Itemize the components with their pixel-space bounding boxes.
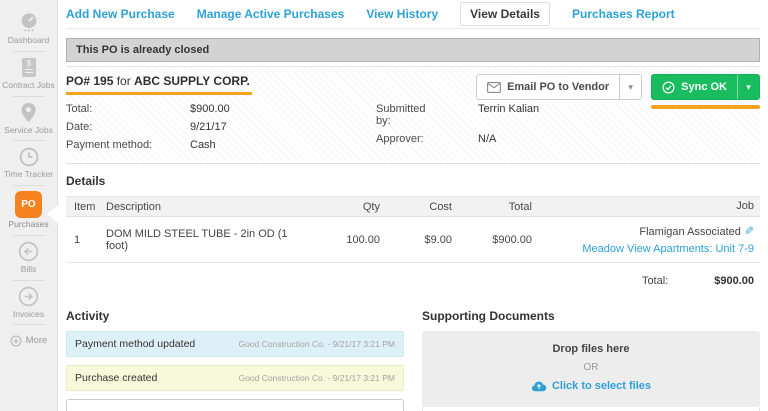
sync-dropdown-caret[interactable]: ▾: [737, 75, 759, 99]
active-item-notch: [47, 205, 58, 223]
details-table-header: Item Description Qty Cost Total Job: [66, 196, 760, 217]
sidebar-item-service-jobs[interactable]: Service Jobs: [0, 99, 57, 139]
divider: [12, 140, 45, 142]
sync-highlight-underline: [651, 105, 760, 109]
supporting-documents-heading: Supporting Documents: [422, 309, 555, 323]
sidebar-item-invoices[interactable]: Invoices: [0, 283, 57, 323]
po-icon: PO: [15, 191, 42, 219]
po-fields: Total: $900.00 Date: 9/21/17 Payment met…: [66, 103, 760, 151]
field-date: Date: 9/21/17: [66, 121, 227, 133]
sidebar-item-label: Purchases: [8, 219, 49, 230]
job-company: Flamigan Associated: [639, 226, 741, 238]
gauge-icon: [18, 12, 40, 34]
tab-view-history[interactable]: View History: [366, 7, 438, 21]
po-header-section: PO# 195 for ABC SUPPLY CORP. Total: $900…: [66, 66, 760, 164]
divider: [12, 50, 45, 52]
sync-ok-button[interactable]: Sync OK: [652, 75, 737, 99]
sidebar-item-bills[interactable]: Bills: [0, 238, 57, 278]
sidebar-item-label: Service Jobs: [4, 124, 53, 135]
po-closed-banner: This PO is already closed: [66, 38, 760, 62]
tab-view-details[interactable]: View Details: [460, 2, 550, 26]
activity-heading: Activity: [66, 309, 110, 323]
top-nav: Add New Purchase Manage Active Purchases…: [66, 0, 760, 29]
divider: [12, 324, 45, 326]
details-total-value: $900.00: [714, 275, 754, 287]
main-content: Add New Purchase Manage Active Purchases…: [58, 0, 768, 411]
activity-event: Purchase created Good Construction Co. -…: [66, 365, 404, 391]
sidebar-item-time-tracker[interactable]: Time Tracker: [0, 143, 57, 183]
sidebar-item-label: Contract Jobs: [2, 79, 55, 90]
file-list-item: PDF Good Construction Co.PO#195.pdf 9/21…: [422, 407, 760, 411]
cloud-upload-icon: [531, 380, 547, 392]
chevron-down-icon: ▾: [746, 81, 751, 92]
email-po-button[interactable]: Email PO to Vendor: [477, 75, 619, 99]
po-title: PO# 195 for ABC SUPPLY CORP.: [66, 74, 252, 95]
plus-circle-icon: [10, 335, 22, 347]
edit-pencil-icon[interactable]: ✎: [744, 222, 754, 240]
supporting-documents-section: Supporting Documents Drop files here OR …: [422, 299, 760, 411]
tab-manage-active-purchases[interactable]: Manage Active Purchases: [197, 7, 345, 21]
divider: [12, 234, 45, 236]
details-total-row: Total: $900.00: [641, 275, 754, 287]
po-number: PO# 195: [66, 74, 114, 88]
sidebar: Dashboard $ Contract Jobs Service Jobs T…: [0, 0, 58, 411]
divider: [12, 95, 45, 97]
vendor-name: ABC SUPPLY CORP.: [134, 74, 250, 88]
activity-event: Payment method updated Good Construction…: [66, 331, 404, 357]
sidebar-item-label: Dashboard: [7, 35, 50, 45]
field-payment-method: Payment method: Cash: [66, 139, 216, 151]
table-row: 1 DOM MILD STEEL TUBE - 2in OD (1 foot) …: [66, 217, 760, 263]
sync-button-group: Sync OK ▾: [651, 74, 760, 100]
app-window: Dashboard $ Contract Jobs Service Jobs T…: [0, 0, 768, 411]
map-pin-icon: [20, 102, 37, 124]
divider: [12, 185, 45, 187]
svg-text:$: $: [26, 59, 31, 68]
sidebar-item-label: More: [25, 334, 48, 346]
tab-purchases-report[interactable]: Purchases Report: [572, 7, 675, 21]
field-approver: Approver: N/A: [376, 133, 497, 145]
details-section: Details Item Description Qty Cost Total …: [66, 174, 760, 297]
arrow-left-circle-icon: [18, 241, 39, 263]
field-total: Total: $900.00: [66, 103, 230, 115]
email-po-dropdown-caret[interactable]: ▾: [619, 75, 641, 99]
arrow-right-circle-icon: [18, 286, 39, 308]
email-po-button-group: Email PO to Vendor ▾: [476, 74, 643, 100]
job-link[interactable]: Meadow View Apartments: Unit 7-9: [582, 243, 754, 255]
click-to-select-files-link[interactable]: Click to select files: [531, 380, 651, 392]
po-header-buttons: Email PO to Vendor ▾ Sync OK ▾: [476, 74, 760, 109]
chevron-down-icon: ▾: [628, 81, 633, 92]
sidebar-item-label: Invoices: [12, 308, 45, 319]
activity-section: Activity Payment method updated Good Con…: [66, 299, 404, 411]
check-circle-icon: [662, 81, 675, 94]
new-comment-textarea[interactable]: [66, 399, 404, 411]
item-description: DOM MILD STEEL TUBE - 2in OD (1 foot): [106, 227, 288, 252]
sidebar-item-label: Bills: [20, 263, 37, 274]
clock-icon: [19, 146, 39, 168]
sidebar-item-contract-jobs[interactable]: $ Contract Jobs: [0, 54, 57, 94]
envelope-icon: [487, 81, 502, 93]
sidebar-item-label: Time Tracker: [3, 169, 54, 180]
sidebar-item-dashboard[interactable]: Dashboard: [0, 9, 57, 49]
job-cell: Flamigan Associated ✎ Meadow View Apartm…: [532, 222, 760, 257]
details-heading: Details: [66, 174, 106, 188]
contract-doc-icon: $: [20, 57, 38, 79]
tab-add-new-purchase[interactable]: Add New Purchase: [66, 7, 175, 21]
sidebar-item-more[interactable]: More: [0, 327, 57, 347]
divider: [12, 279, 45, 281]
file-dropzone[interactable]: Drop files here OR Click to select files: [422, 331, 760, 407]
